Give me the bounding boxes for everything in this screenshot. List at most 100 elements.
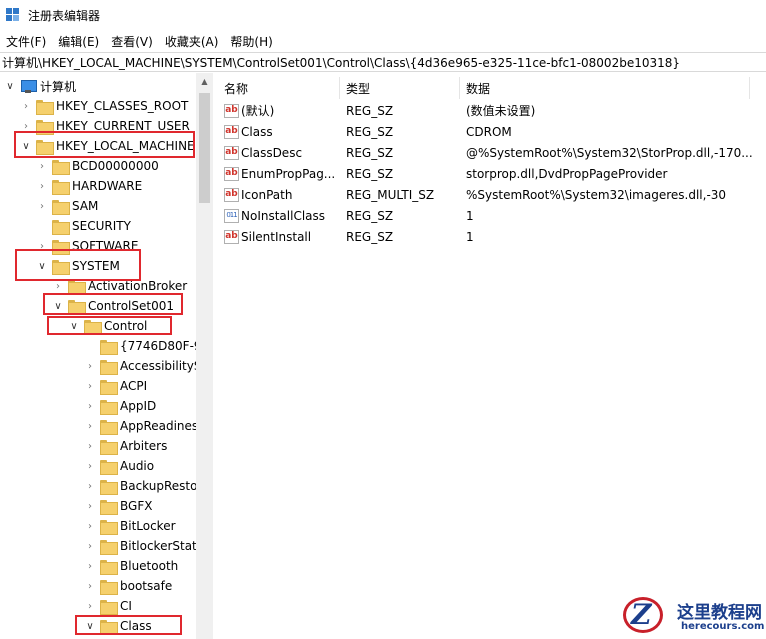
computer-icon: [20, 79, 37, 93]
tree-scrollbar[interactable]: ▲: [196, 73, 213, 639]
value-name-cell: ab (默认): [224, 100, 338, 121]
tree-node-label: bootsafe: [120, 579, 173, 593]
folder-icon: [100, 399, 118, 415]
column-header-name[interactable]: 名称: [218, 77, 340, 99]
chevron-right-icon[interactable]: ›: [84, 396, 96, 416]
value-row[interactable]: 011 NoInstallClass REG_SZ 1: [218, 205, 766, 226]
tree-node[interactable]: › Bluetooth: [84, 556, 178, 576]
value-name-cell: 011 NoInstallClass: [224, 205, 338, 226]
tree-node[interactable]: {7746D80F-97: [84, 336, 209, 356]
folder-icon: [52, 179, 70, 195]
value-name-cell: ab SilentInstall: [224, 226, 338, 247]
string-value-icon: ab: [224, 187, 239, 202]
value-name-cell: ab IconPath: [224, 184, 338, 205]
value-name: SilentInstall: [241, 229, 312, 244]
chevron-right-icon[interactable]: ›: [20, 96, 32, 116]
value-name: Class: [241, 124, 273, 139]
folder-icon: [100, 579, 118, 595]
value-data: (数值未设置): [466, 104, 536, 118]
value-name: IconPath: [241, 187, 293, 202]
tree-node-label: SECURITY: [72, 219, 131, 233]
menu-item[interactable]: 编辑(E): [58, 33, 99, 50]
value-row[interactable]: ab IconPath REG_MULTI_SZ %SystemRoot%\Syste…: [218, 184, 766, 205]
folder-icon: [100, 459, 118, 475]
chevron-right-icon[interactable]: ›: [36, 156, 48, 176]
chevron-right-icon[interactable]: ›: [84, 496, 96, 516]
chevron-right-icon[interactable]: ›: [84, 376, 96, 396]
column-header-data[interactable]: 数据: [460, 77, 750, 99]
value-row[interactable]: ab ClassDesc REG_SZ @%SystemRoot%\System32\…: [218, 142, 766, 163]
no-expander: [36, 216, 48, 236]
folder-icon: [36, 99, 54, 115]
tree-node[interactable]: › BitLocker: [84, 516, 176, 536]
folder-icon: [100, 559, 118, 575]
tree-node-label: AppReadines: [120, 419, 199, 433]
tree-node-label: ACPI: [120, 379, 148, 393]
menu-item[interactable]: 查看(V): [111, 33, 153, 50]
menu-item[interactable]: 帮助(H): [230, 33, 272, 50]
folder-icon: [100, 339, 118, 355]
watermark-logo-letter: Z: [631, 598, 652, 631]
highlight-box-system: [15, 249, 141, 281]
value-row[interactable]: ab (默认) REG_SZ (数值未设置): [218, 100, 766, 121]
tree-node[interactable]: › CI: [84, 596, 132, 616]
tree-node[interactable]: SECURITY: [36, 216, 131, 236]
column-header-type[interactable]: 类型: [340, 77, 460, 99]
tree-node[interactable]: › BackupResto: [84, 476, 197, 496]
tree-node[interactable]: › SAM: [36, 196, 98, 216]
tree-node-label: BCD00000000: [72, 159, 159, 173]
string-value-icon: ab: [224, 124, 239, 139]
value-row[interactable]: ab SilentInstall REG_SZ 1: [218, 226, 766, 247]
value-name-cell: ab ClassDesc: [224, 142, 338, 163]
chevron-right-icon[interactable]: ›: [36, 196, 48, 216]
tree-node-label: AppID: [120, 399, 157, 413]
values-list-pane[interactable]: 名称 类型 数据 ab (默认) REG_SZ (数值未设置) ab Class REG_S…: [218, 73, 766, 639]
address-bar[interactable]: 计算机\HKEY_LOCAL_MACHINE\SYSTEM\ControlSet…: [0, 52, 766, 72]
tree-node[interactable]: › HARDWARE: [36, 176, 142, 196]
tree-node[interactable]: › ACPI: [84, 376, 147, 396]
highlight-box-controlset001: [43, 293, 183, 315]
chevron-right-icon[interactable]: ›: [36, 176, 48, 196]
chevron-right-icon[interactable]: ›: [84, 516, 96, 536]
tree-node-label: ActivationBroker: [88, 279, 188, 293]
chevron-right-icon[interactable]: ›: [84, 456, 96, 476]
chevron-right-icon[interactable]: ›: [84, 416, 96, 436]
tree-node-label: BitLocker: [120, 519, 176, 533]
folder-icon: [100, 379, 118, 395]
tree-node[interactable]: › BitlockerStatu: [84, 536, 204, 556]
menu-item[interactable]: 收藏夹(A): [165, 33, 219, 50]
chevron-right-icon[interactable]: ›: [84, 356, 96, 376]
tree-node-label: BitlockerStatu: [120, 539, 205, 553]
chevron-right-icon[interactable]: ›: [84, 596, 96, 616]
tree-node-label: SAM: [72, 199, 99, 213]
tree-node[interactable]: › BGFX: [84, 496, 152, 516]
tree-node[interactable]: › bootsafe: [84, 576, 172, 596]
tree-node[interactable]: › HKEY_CLASSES_ROOT: [20, 96, 188, 116]
folder-icon: [100, 519, 118, 535]
tree-node[interactable]: › Audio: [84, 456, 154, 476]
tree-node[interactable]: › AccessibilityS: [84, 356, 201, 376]
scroll-up-arrow-icon[interactable]: ▲: [196, 73, 213, 90]
value-row[interactable]: ab EnumPropPag... REG_SZ storprop.dll,DvdPr…: [218, 163, 766, 184]
chevron-right-icon[interactable]: ›: [84, 556, 96, 576]
folder-icon: [52, 159, 70, 175]
string-value-icon: ab: [224, 103, 239, 118]
tree-scroll-thumb[interactable]: [199, 93, 210, 203]
chevron-right-icon[interactable]: ›: [84, 476, 96, 496]
chevron-right-icon[interactable]: ›: [84, 536, 96, 556]
tree-node-label: CI: [120, 599, 132, 613]
menu-item[interactable]: 文件(F): [6, 33, 46, 50]
value-data: CDROM: [466, 124, 512, 139]
tree-node[interactable]: › AppID: [84, 396, 156, 416]
tree-node[interactable]: › BCD00000000: [36, 156, 159, 176]
chevron-right-icon[interactable]: ›: [84, 576, 96, 596]
tree-node[interactable]: › AppReadines: [84, 416, 198, 436]
chevron-down-icon[interactable]: ∨: [4, 76, 16, 96]
tree-node[interactable]: ∨ 计算机: [4, 76, 76, 96]
tree-node-label: Arbiters: [120, 439, 168, 453]
no-expander: [84, 336, 96, 356]
tree-node[interactable]: › Arbiters: [84, 436, 167, 456]
value-row[interactable]: ab Class REG_SZ CDROM: [218, 121, 766, 142]
value-type: REG_SZ: [346, 103, 394, 118]
chevron-right-icon[interactable]: ›: [84, 436, 96, 456]
